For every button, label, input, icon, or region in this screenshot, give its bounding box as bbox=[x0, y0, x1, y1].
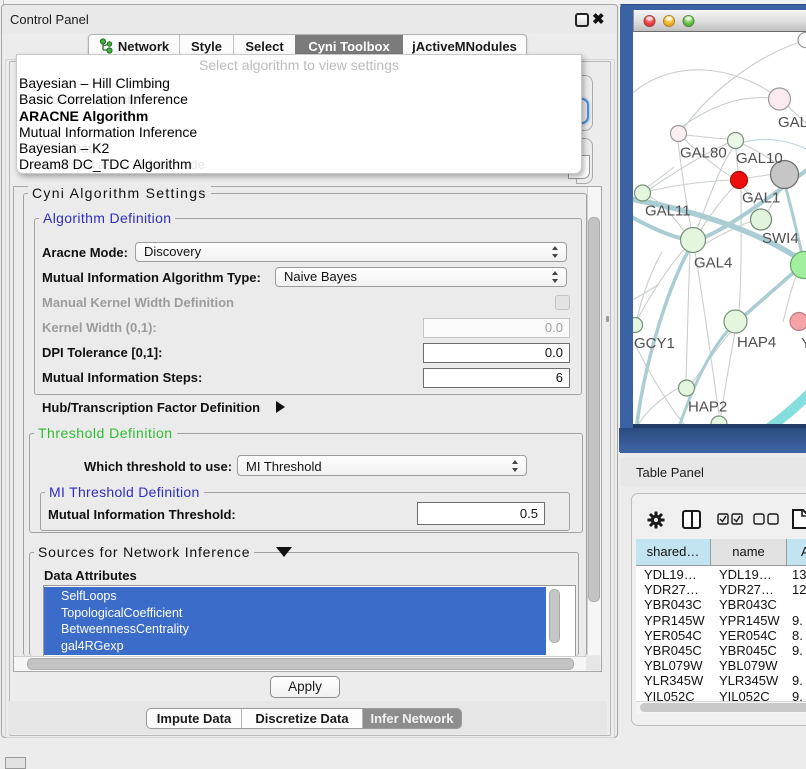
svg-text:GAL11: GAL11 bbox=[645, 203, 691, 220]
svg-text:SWI4: SWI4 bbox=[762, 230, 799, 247]
svg-text:GAL1: GAL1 bbox=[742, 190, 780, 207]
svg-text:HAP4: HAP4 bbox=[737, 334, 776, 351]
svg-text:GCY1: GCY1 bbox=[634, 335, 675, 352]
svg-text:HAP2: HAP2 bbox=[688, 399, 727, 416]
svg-text:Y: Y bbox=[801, 335, 806, 352]
svg-text:GAL80: GAL80 bbox=[680, 145, 727, 162]
svg-text:GAL4: GAL4 bbox=[694, 255, 732, 272]
svg-text:GAL2: GAL2 bbox=[778, 114, 806, 131]
svg-text:GAL10: GAL10 bbox=[736, 150, 783, 167]
